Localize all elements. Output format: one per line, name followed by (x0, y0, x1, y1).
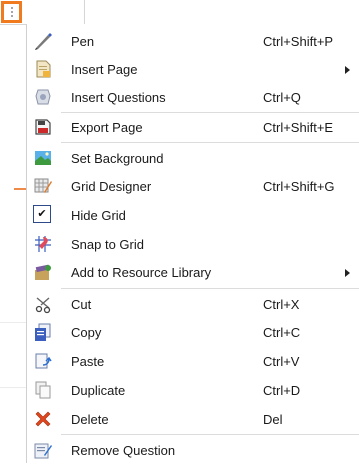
delete-x-icon (35, 411, 51, 427)
export-page-icon (35, 119, 51, 135)
menu-item-label: Remove Question (71, 443, 176, 458)
menu-item-pen[interactable]: Pen Ctrl+Shift+P (27, 27, 359, 56)
menu-item-shortcut: Ctrl+Shift+G (263, 179, 335, 194)
menu-item-shortcut: Ctrl+C (263, 325, 301, 340)
menu-item-shortcut: Ctrl+X (263, 297, 300, 312)
menu-item-label: Cut (71, 297, 92, 312)
landscape-image-icon (35, 151, 51, 165)
menu-item-add-to-resource-library[interactable]: Add to Resource Library (27, 258, 359, 287)
menu-item-label: Duplicate (71, 383, 126, 398)
menu-item-delete[interactable]: Delete Del (27, 405, 359, 434)
menu-item-remove-question[interactable]: Remove Question (27, 436, 359, 465)
copy-icon (35, 323, 51, 341)
menu-item-set-background[interactable]: Set Background (27, 144, 359, 173)
menu-item-label: Insert Questions (71, 90, 166, 105)
menu-item-insert-page[interactable]: Insert Page (27, 55, 359, 84)
submenu-arrow-icon (345, 66, 350, 74)
background-divider-horizontal (0, 24, 26, 25)
menu-item-shortcut: Ctrl+Shift+E (263, 120, 334, 135)
menu-item-shortcut: Ctrl+Q (263, 90, 301, 105)
menu-item-grid-designer[interactable]: Grid Designer Ctrl+Shift+G (27, 172, 359, 201)
grid-designer-icon (34, 178, 52, 193)
remove-question-icon (34, 443, 52, 459)
insert-page-icon (36, 60, 51, 78)
menu-item-cut[interactable]: Cut Ctrl+X (27, 290, 359, 319)
menu-item-label: Delete (71, 412, 109, 427)
menu-item-snap-to-grid[interactable]: Snap to Grid (27, 230, 359, 259)
background-orange-mark (14, 188, 26, 190)
paste-icon (35, 353, 52, 369)
context-menu: Pen Ctrl+Shift+P Insert Page Insert Ques… (26, 24, 359, 463)
menu-item-label: Snap to Grid (71, 237, 144, 252)
insert-questions-icon (35, 89, 51, 105)
background-divider-vertical (84, 0, 85, 24)
menu-item-paste[interactable]: Paste Ctrl+V (27, 347, 359, 376)
menu-item-label: Copy (71, 325, 102, 340)
menu-item-shortcut: Ctrl+D (263, 383, 301, 398)
background-faint-line (0, 387, 26, 388)
snap-grid-icon (35, 236, 51, 252)
menu-item-shortcut: Ctrl+Shift+P (263, 34, 334, 49)
more-vertical-icon (10, 7, 13, 17)
submenu-arrow-icon (345, 269, 350, 277)
duplicate-icon (35, 381, 51, 399)
menu-item-label: Add to Resource Library (71, 265, 212, 280)
menu-separator (61, 288, 359, 289)
resource-library-icon (35, 264, 51, 280)
menu-item-label: Export Page (71, 120, 143, 135)
checkbox-icon: ✔ (33, 205, 51, 223)
menu-separator (61, 142, 359, 143)
menu-item-label: Insert Page (71, 62, 138, 77)
menu-item-shortcut: Del (263, 412, 283, 427)
menu-item-hide-grid[interactable]: ✔ Hide Grid (27, 201, 359, 230)
menu-item-label: Set Background (71, 151, 164, 166)
scissors-icon (35, 297, 51, 314)
menu-item-duplicate[interactable]: Duplicate Ctrl+D (27, 376, 359, 405)
more-options-button[interactable] (1, 1, 22, 23)
menu-item-copy[interactable]: Copy Ctrl+C (27, 318, 359, 347)
menu-item-export-page[interactable]: Export Page Ctrl+Shift+E (27, 113, 359, 142)
menu-separator (61, 434, 359, 435)
background-faint-line (0, 322, 26, 323)
menu-item-insert-questions[interactable]: Insert Questions Ctrl+Q (27, 83, 359, 112)
menu-item-shortcut: Ctrl+V (263, 354, 300, 369)
menu-item-label: Paste (71, 354, 105, 369)
menu-item-label: Pen (71, 34, 95, 49)
pen-icon (35, 33, 52, 50)
menu-item-label: Hide Grid (71, 208, 126, 223)
menu-item-label: Grid Designer (71, 179, 152, 194)
